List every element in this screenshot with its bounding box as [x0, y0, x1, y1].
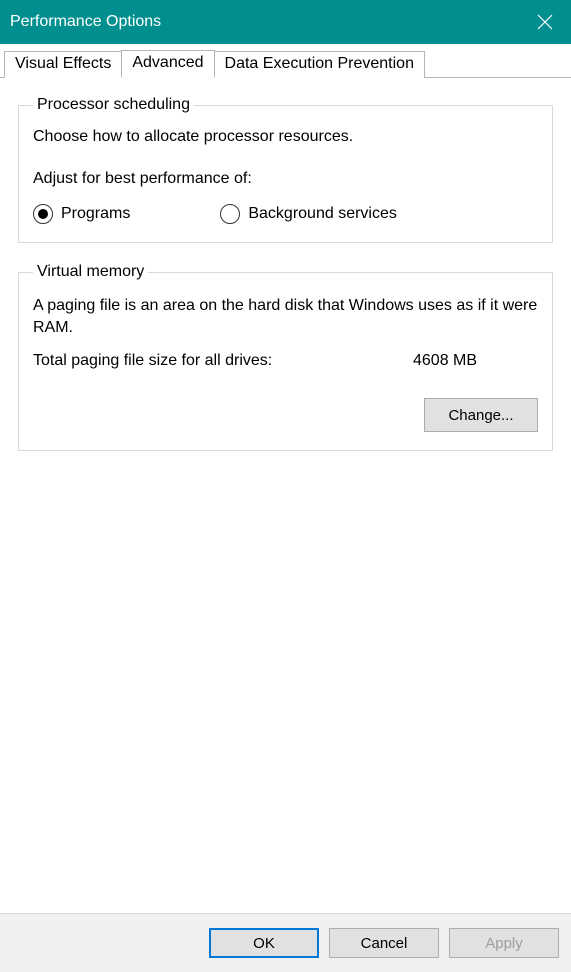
virtual-memory-legend: Virtual memory — [33, 263, 148, 281]
ok-button[interactable]: OK — [209, 928, 319, 958]
total-paging-row: Total paging file size for all drives: 4… — [33, 352, 538, 370]
apply-button[interactable]: Apply — [449, 928, 559, 958]
dialog-footer: OK Cancel Apply — [0, 913, 571, 972]
close-button[interactable] — [519, 0, 571, 44]
virtual-memory-group: Virtual memory A paging file is an area … — [18, 263, 553, 451]
titlebar: Performance Options — [0, 0, 571, 44]
radio-icon — [33, 204, 53, 224]
tab-data-execution-prevention[interactable]: Data Execution Prevention — [214, 51, 425, 78]
radio-group-performance: Programs Background services — [33, 204, 538, 224]
tab-strip: Visual Effects Advanced Data Execution P… — [0, 44, 571, 78]
total-paging-label: Total paging file size for all drives: — [33, 352, 413, 370]
virtual-memory-description: A paging file is an area on the hard dis… — [33, 295, 538, 338]
radio-background-services[interactable]: Background services — [220, 204, 397, 224]
radio-programs-label: Programs — [61, 205, 130, 223]
processor-scheduling-group: Processor scheduling Choose how to alloc… — [18, 96, 553, 243]
tab-visual-effects[interactable]: Visual Effects — [4, 51, 122, 78]
tab-content: Processor scheduling Choose how to alloc… — [0, 78, 571, 913]
window-title: Performance Options — [10, 13, 161, 31]
processor-scheduling-description: Choose how to allocate processor resourc… — [33, 128, 538, 146]
close-icon — [537, 14, 553, 30]
cancel-button[interactable]: Cancel — [329, 928, 439, 958]
total-paging-value: 4608 MB — [413, 352, 477, 370]
radio-programs[interactable]: Programs — [33, 204, 130, 224]
radio-icon — [220, 204, 240, 224]
tab-advanced[interactable]: Advanced — [121, 50, 214, 78]
radio-background-label: Background services — [248, 205, 397, 223]
adjust-performance-label: Adjust for best performance of: — [33, 170, 538, 188]
change-button[interactable]: Change... — [424, 398, 538, 432]
processor-scheduling-legend: Processor scheduling — [33, 96, 194, 114]
